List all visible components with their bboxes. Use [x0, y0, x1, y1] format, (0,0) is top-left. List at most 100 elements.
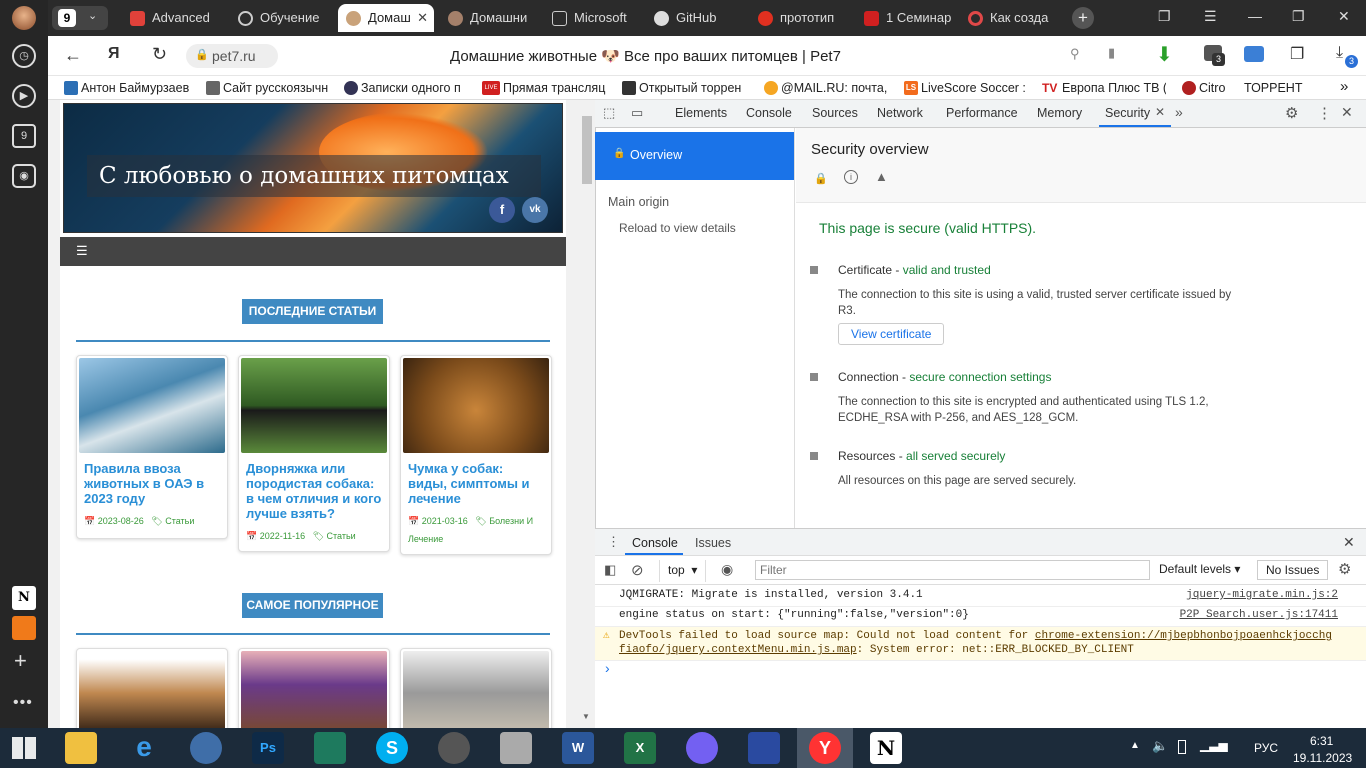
volume-icon[interactable]: 🔈	[1152, 738, 1168, 754]
battery-icon[interactable]	[1178, 740, 1186, 754]
log-source-link[interactable]: P2P Search.user.js:17411	[1180, 607, 1338, 623]
bookmark-item[interactable]: LS LiveScore Soccer :	[904, 80, 1028, 98]
popular-card[interactable]	[238, 648, 390, 728]
close-window-icon[interactable]: ✕	[1338, 8, 1350, 25]
tab-advanced[interactable]: Advanced	[122, 4, 222, 32]
history-icon[interactable]: ◷	[12, 44, 36, 68]
bookmark-item[interactable]: Антон Баймурзаев	[64, 80, 190, 98]
language-indicator[interactable]: РУС	[1254, 741, 1278, 755]
download-arrow-icon[interactable]: ⬇	[1156, 42, 1173, 67]
clock-date[interactable]: 19.11.2023	[1293, 751, 1352, 765]
article-card[interactable]: Правила ввоза животных в ОАЭ в 2023 году…	[76, 355, 228, 539]
levels-dropdown[interactable]: Default levels ▾	[1159, 562, 1240, 576]
tab-console[interactable]: Console	[746, 106, 792, 120]
tray-up-icon[interactable]: ▲	[1130, 740, 1140, 751]
yandex-logo-icon[interactable]: Я	[108, 45, 120, 63]
search-icon[interactable]: ⚲	[1070, 46, 1080, 62]
console-prompt[interactable]: ›	[605, 660, 610, 676]
camera-icon[interactable]: ◉	[12, 164, 36, 188]
vk-social-icon[interactable]: vk	[522, 197, 548, 223]
kebab-menu-icon[interactable]: ⋮	[1317, 104, 1332, 122]
clock-time[interactable]: 6:31	[1310, 734, 1333, 748]
bookmark-item[interactable]: TV Европа Плюс ТВ (	[1042, 80, 1166, 98]
skype-icon[interactable]: S	[376, 732, 408, 764]
excel-icon[interactable]: X	[624, 732, 656, 764]
close-tab-icon[interactable]: ✕	[1155, 105, 1165, 119]
tab-prototip[interactable]: прототип	[750, 4, 850, 32]
overview-item[interactable]: 🔒 Overview	[595, 132, 794, 180]
reload-details-label[interactable]: Reload to view details	[619, 221, 736, 235]
tab-kak-sozdat[interactable]: Как созда	[960, 4, 1060, 32]
tab-domashnie[interactable]: Домашни	[440, 4, 540, 32]
tab-network[interactable]: Network	[877, 106, 923, 120]
tab-group-button[interactable]: 9 ⌄	[52, 6, 108, 30]
tab-performance[interactable]: Performance	[946, 106, 1018, 120]
reload-icon[interactable]: ↻	[152, 44, 167, 65]
app-circle-icon[interactable]	[438, 732, 470, 764]
more-bookmarks-icon[interactable]: »	[1340, 78, 1348, 95]
play-icon[interactable]: ▶	[12, 84, 36, 108]
publisher-icon[interactable]	[314, 732, 346, 764]
bookmark-item[interactable]: Citro	[1182, 80, 1232, 98]
article-card[interactable]: Чумка у собак: виды, симптомы и лечение …	[400, 355, 552, 555]
article-card[interactable]: Дворняжка или породистая собака: в чем о…	[238, 355, 390, 552]
bookmark-item[interactable]: Сайт русскоязычн	[206, 80, 330, 98]
collections-icon[interactable]: ❐	[1158, 8, 1171, 25]
close-drawer-icon[interactable]: ✕	[1343, 534, 1355, 551]
tab-obuchenie[interactable]: Обучение	[230, 4, 330, 32]
facebook-icon[interactable]: f	[489, 197, 515, 223]
network-icon[interactable]: ▁▃▅	[1200, 738, 1228, 752]
menu-icon[interactable]: ☰	[1204, 8, 1217, 25]
console-settings-icon[interactable]: ⚙	[1338, 560, 1351, 578]
tab-security[interactable]: Security	[1105, 106, 1150, 120]
view-certificate-button[interactable]: View certificate	[838, 323, 945, 345]
close-tab-icon[interactable]: ✕	[417, 4, 428, 32]
tab-microsoft[interactable]: Microsoft	[544, 4, 644, 32]
article-title[interactable]: Дворняжка или породистая собака: в чем о…	[239, 455, 389, 521]
log-source-link[interactable]: jquery-migrate.min.js:2	[1186, 587, 1338, 603]
tab-seminar[interactable]: 1 Семинар	[856, 4, 956, 32]
more-icon[interactable]: •••	[13, 694, 33, 712]
profile-avatar[interactable]	[12, 6, 36, 30]
app-icon[interactable]	[12, 616, 36, 640]
popular-card[interactable]	[76, 648, 228, 728]
article-title[interactable]: Чумка у собак: виды, симптомы и лечение	[401, 455, 551, 506]
bookmark-item[interactable]: Открытый торрен	[622, 80, 750, 98]
bookmark-item[interactable]: ТОРРЕНТ	[1242, 80, 1312, 98]
yandex-browser-taskbar-icon[interactable]: Y	[797, 728, 853, 768]
minimize-icon[interactable]: —	[1248, 8, 1262, 24]
add-panel-icon[interactable]: +	[14, 648, 27, 674]
bookmark-item[interactable]: Записки одного п	[344, 80, 468, 98]
settings-gear-icon[interactable]: ⚙	[1285, 104, 1298, 122]
tab-memory[interactable]: Memory	[1037, 106, 1082, 120]
popular-card[interactable]	[400, 648, 552, 728]
browser-app-icon[interactable]	[190, 732, 222, 764]
tab-sources[interactable]: Sources	[812, 106, 858, 120]
new-tab-button[interactable]: +	[1072, 7, 1094, 29]
bookmark-item[interactable]: LIVE Прямая трансляц	[482, 80, 608, 98]
hamburger-icon[interactable]: ☰	[76, 243, 88, 259]
word-icon[interactable]: W	[562, 732, 594, 764]
context-select[interactable]: top ▾	[659, 560, 707, 582]
bookmark-item[interactable]: @MAIL.RU: почта,	[764, 80, 888, 98]
article-title[interactable]: Правила ввоза животных в ОАЭ в 2023 году	[77, 455, 227, 506]
internet-explorer-icon[interactable]: e	[128, 732, 160, 764]
viber-icon[interactable]	[686, 732, 718, 764]
tabs-count-icon[interactable]: 9	[12, 124, 36, 148]
close-devtools-icon[interactable]: ✕	[1341, 104, 1353, 121]
archive-icon[interactable]	[748, 732, 780, 764]
device-icon[interactable]: ▭	[631, 105, 643, 121]
translate-icon[interactable]	[1244, 46, 1264, 62]
eye-icon[interactable]: ◉	[721, 561, 733, 578]
scroll-down-icon[interactable]: ▼	[582, 712, 590, 721]
no-issues-button[interactable]: No Issues	[1257, 560, 1329, 580]
photoshop-icon[interactable]: Ps	[252, 732, 284, 764]
clear-console-icon[interactable]: ⊘	[631, 561, 644, 579]
url-field[interactable]: 🔒 pet7.ru	[186, 44, 278, 68]
sidebar-toggle-icon[interactable]: ◧	[604, 562, 616, 578]
more-tabs-icon[interactable]: »	[1175, 104, 1183, 120]
restore-icon[interactable]: ❐	[1292, 8, 1305, 25]
tab-domashnie-active[interactable]: Домаш ✕	[338, 4, 434, 32]
sidebar-toggle-icon[interactable]: ❐	[1290, 44, 1304, 64]
notion-icon[interactable]: N	[12, 586, 36, 610]
